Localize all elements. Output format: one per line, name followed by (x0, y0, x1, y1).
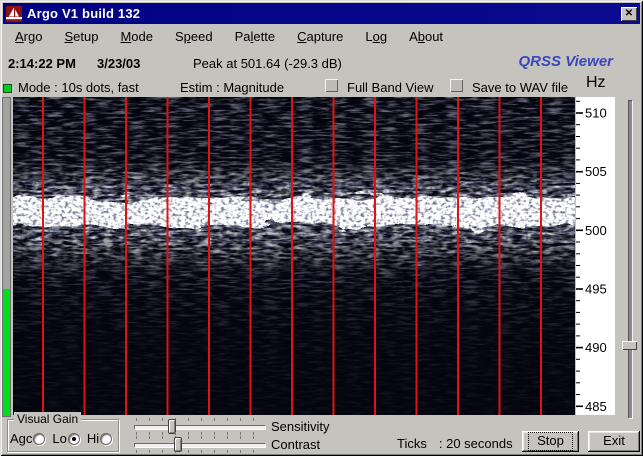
visual-gain-group: Visual Gain Agc Lo Hi (7, 412, 119, 452)
menu-item-about[interactable]: About (407, 27, 445, 46)
svg-text:495: 495 (585, 282, 607, 297)
svg-text:510: 510 (585, 106, 607, 121)
vertical-slider-track[interactable] (628, 100, 632, 418)
freq-unit-label: Hz (586, 74, 606, 91)
title-bar[interactable]: Argo V1 build 132 ✕ (3, 3, 640, 24)
spectrogram[interactable] (0, 97, 591, 415)
sensitivity-ticks-top (136, 418, 264, 421)
frequency-scale: 510 505 500 495 490 485 (576, 97, 615, 415)
capture-progress-fill (3, 288, 10, 416)
clock-text: 2:14:22 PM (8, 56, 76, 71)
exit-button[interactable]: Exit (588, 431, 640, 452)
spectrogram-plot (0, 97, 591, 415)
menu-item-capture[interactable]: Capture (295, 27, 345, 46)
radio-agc[interactable]: Agc (10, 431, 46, 446)
radio-hi[interactable]: Hi (86, 431, 113, 446)
sensitivity-label: Sensitivity (271, 419, 330, 434)
radio-hi-circle[interactable] (100, 432, 113, 445)
vertical-slider-thumb[interactable] (622, 341, 637, 350)
radio-agc-label: Agc (10, 431, 33, 446)
ticks-info: Ticks : 20 seconds (397, 436, 513, 451)
vertical-slider[interactable] (621, 100, 638, 422)
argo-window: Argo V1 build 132 ✕ Argo Setup Mode Speed Pa… (0, 0, 643, 456)
contrast-slider[interactable]: Contrast (134, 436, 414, 453)
contrast-ticks-top (136, 436, 264, 439)
stop-button-label: Stop (528, 432, 573, 451)
ticks-info-value: : 20 seconds (438, 436, 513, 451)
radio-lo-label: Lo (52, 431, 67, 446)
save-wav-label[interactable]: Save to WAV file (472, 80, 568, 95)
full-band-view-checkbox[interactable] (325, 79, 338, 92)
date-text: 3/23/03 (97, 56, 141, 71)
frequency-scale-ruler: 510 505 500 495 490 485 (576, 97, 615, 415)
radio-hi-label: Hi (86, 431, 100, 446)
sensitivity-ticks-bottom (136, 432, 264, 435)
menu-item-log[interactable]: Log (363, 27, 389, 46)
window-title: Argo V1 build 132 (27, 6, 141, 21)
contrast-ticks-bottom (136, 450, 264, 453)
contrast-label: Contrast (271, 437, 321, 452)
full-band-view-label[interactable]: Full Band View (347, 80, 433, 95)
svg-text:490: 490 (585, 340, 607, 355)
visual-gain-options: Agc Lo Hi (10, 431, 119, 446)
save-wav-checkbox[interactable] (450, 79, 463, 92)
close-icon: ✕ (624, 7, 634, 19)
capture-led (3, 84, 12, 93)
radio-agc-circle[interactable] (33, 432, 46, 445)
contrast-slider-track[interactable] (134, 443, 265, 447)
exit-button-label: Exit (603, 433, 625, 449)
radio-lo-circle[interactable] (67, 432, 80, 445)
menu-item-palette[interactable]: Palette (233, 27, 277, 46)
menu-item-setup[interactable]: Setup (62, 27, 100, 46)
sensitivity-slider-track[interactable] (134, 425, 265, 429)
radio-lo[interactable]: Lo (52, 431, 80, 446)
app-sailboat-icon (6, 5, 22, 22)
menu-item-argo[interactable]: Argo (13, 27, 44, 46)
menu-item-mode[interactable]: Mode (118, 27, 155, 46)
svg-text:500: 500 (585, 223, 607, 238)
menu-item-speed[interactable]: Speed (173, 27, 215, 46)
app-brand-text: QRSS Viewer (518, 53, 613, 70)
peak-readout: Peak at 501.64 (-29.3 dB) (193, 56, 342, 71)
close-button[interactable]: ✕ (621, 6, 637, 21)
ticks-info-label: Ticks (397, 436, 427, 451)
sensitivity-slider[interactable]: Sensitivity (134, 418, 414, 435)
visual-gain-legend: Visual Gain (14, 412, 82, 426)
stop-button[interactable]: Stop (522, 431, 579, 452)
menu-bar: Argo Setup Mode Speed Palette Capture Log About (3, 25, 640, 48)
estim-readout: Estim : Magnitude (180, 80, 285, 95)
capture-progress-bar (2, 97, 11, 417)
svg-text:485: 485 (585, 399, 607, 414)
mode-readout: Mode : 10s dots, fast (18, 80, 139, 95)
svg-text:505: 505 (585, 164, 607, 179)
